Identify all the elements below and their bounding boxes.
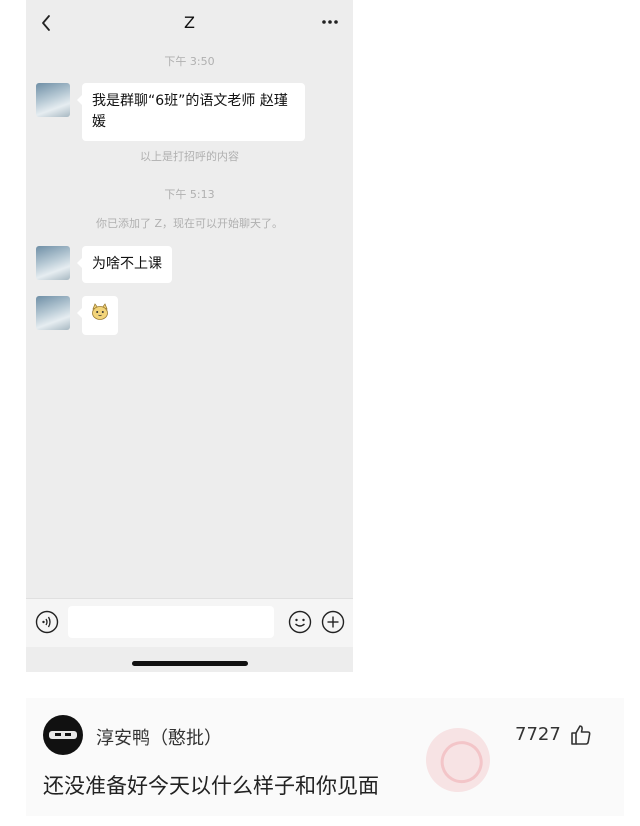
- voice-icon[interactable]: [35, 610, 59, 634]
- message-bubble[interactable]: 为啥不上课: [77, 246, 172, 283]
- system-note: 以上是打招呼的内容: [140, 150, 239, 163]
- message-input[interactable]: [68, 606, 274, 638]
- input-bar: [26, 598, 353, 647]
- home-indicator: [132, 661, 248, 666]
- commenter-avatar[interactable]: [43, 715, 83, 755]
- avatar[interactable]: [36, 83, 70, 117]
- timestamp: 下午 3:50: [164, 55, 215, 68]
- timestamp: 下午 5:13: [164, 188, 215, 201]
- sticker-bubble[interactable]: [77, 296, 118, 335]
- cat-sticker: [92, 303, 108, 320]
- thumbs-up-icon[interactable]: [569, 723, 593, 747]
- more-icon[interactable]: [321, 16, 339, 28]
- avatar[interactable]: [36, 246, 70, 280]
- message-bubble[interactable]: 我是群聊“6班”的语文老师 赵瑾媛: [77, 83, 305, 141]
- chat-header: Z: [26, 0, 353, 46]
- emoji-icon[interactable]: [288, 610, 312, 634]
- masked-face-icon: [49, 731, 77, 739]
- commenter-name[interactable]: 淳安鸭（憨批）: [96, 724, 222, 750]
- comment-card: 淳安鸭（憨批） 7727 还没准备好今天以什么样子和你见面: [26, 698, 624, 816]
- watermark-stamp: [418, 720, 498, 800]
- system-note: 你已添加了 Z，现在可以开始聊天了。: [95, 217, 284, 230]
- comment-text: 还没准备好今天以什么样子和你见面: [43, 774, 379, 798]
- chat-title: Z: [184, 13, 195, 32]
- plus-icon[interactable]: [321, 610, 345, 634]
- avatar[interactable]: [36, 296, 70, 330]
- like-count: 7727: [515, 724, 561, 745]
- chat-window: Z 下午 3:50 我是群聊“6班”的语文老师 赵瑾媛 以上是打招呼的内容 下午…: [26, 0, 353, 672]
